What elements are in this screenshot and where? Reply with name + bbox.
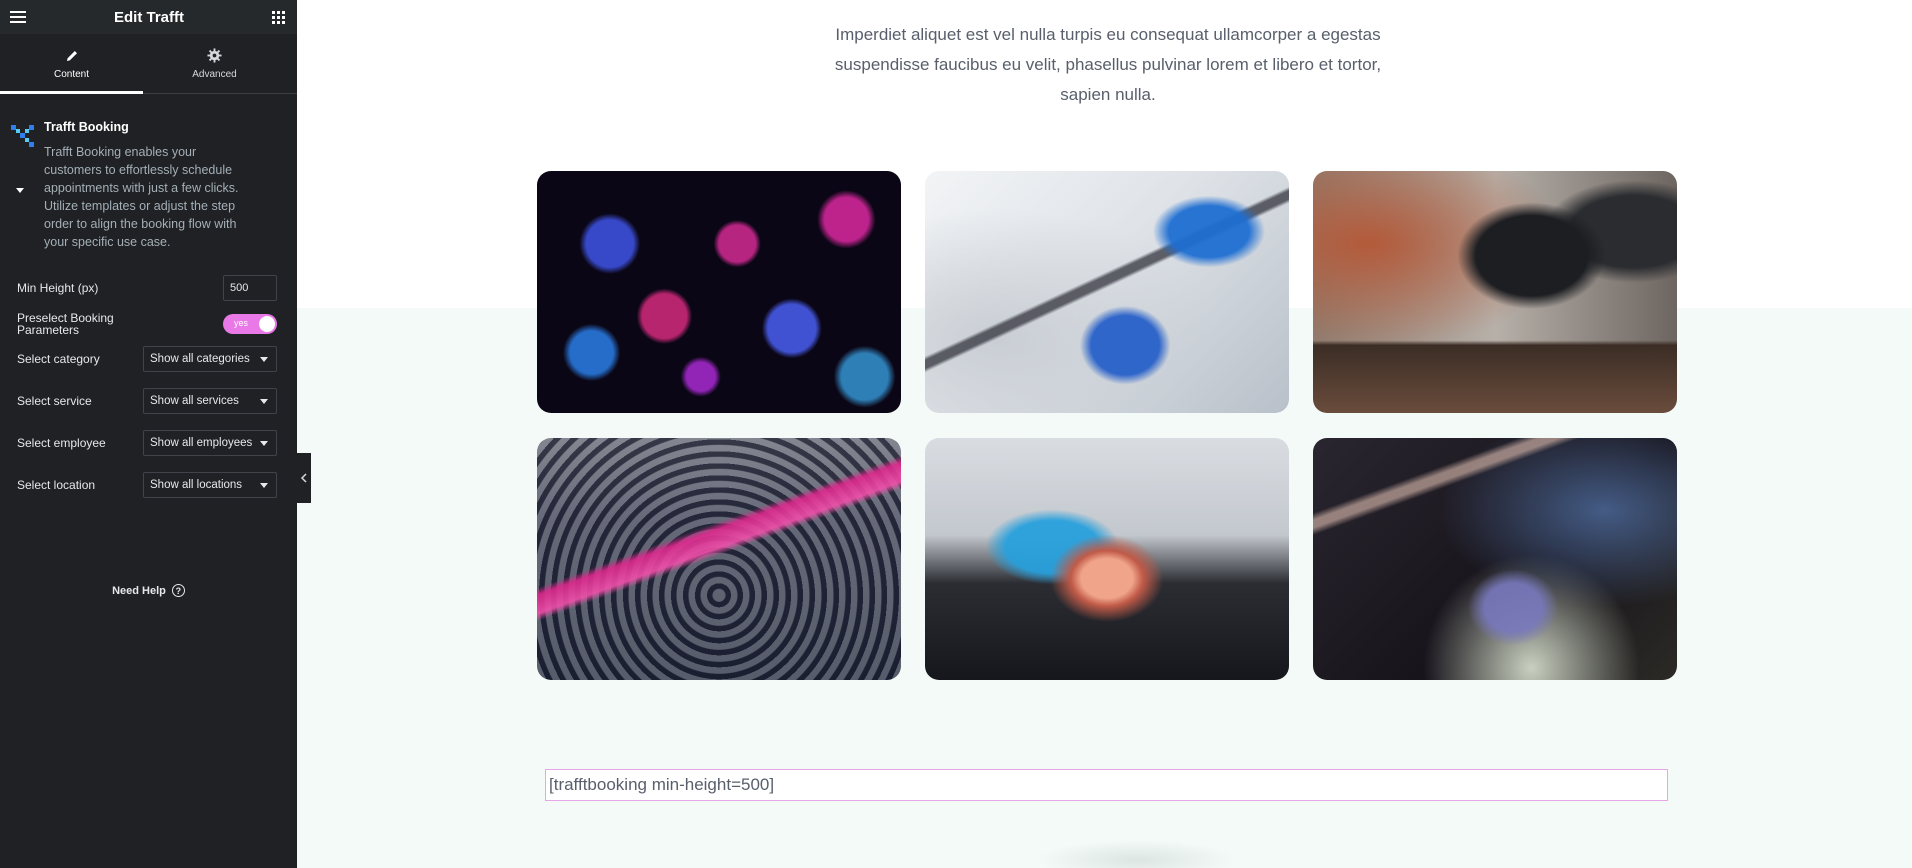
service-select[interactable]: Show all services <box>143 388 277 414</box>
tab-content[interactable]: Content <box>0 34 143 94</box>
toggle-knob <box>259 316 275 332</box>
panel-header: Edit Trafft <box>0 0 297 34</box>
gallery-image-cells <box>537 171 901 413</box>
location-control: Select location Show all locations <box>17 472 277 498</box>
min-height-input[interactable] <box>223 275 277 301</box>
employee-select-value: Show all employees <box>150 437 253 449</box>
preselect-label: Preselect Booking Parameters <box>17 311 114 337</box>
toggle-yes-text: yes <box>234 318 249 328</box>
employee-label: Select employee <box>17 436 106 450</box>
pencil-icon <box>65 48 79 64</box>
widget-controls: Min Height (px) Preselect Booking Parame… <box>0 251 297 498</box>
editor-panel: Edit Trafft Content Advanced Trafft Book… <box>0 0 297 868</box>
gallery-image-well-plate <box>537 438 901 680</box>
category-control: Select category Show all categories <box>17 346 277 372</box>
chevron-down-icon <box>260 440 268 446</box>
service-label: Select service <box>17 394 92 408</box>
widgets-grid-icon[interactable] <box>272 10 285 24</box>
employee-select[interactable]: Show all employees <box>143 430 277 456</box>
widget-description: Trafft Booking enables your customers to… <box>44 145 239 249</box>
tab-advanced[interactable]: Advanced <box>143 34 286 93</box>
gallery-image-dropper <box>1313 438 1677 680</box>
panel-collapse-button[interactable] <box>297 453 311 503</box>
gallery-image-pipetting <box>925 171 1289 413</box>
need-help-link[interactable]: Need Help ? <box>0 584 297 597</box>
service-control: Select service Show all services <box>17 388 277 414</box>
min-height-label: Min Height (px) <box>17 281 99 295</box>
hamburger-menu-icon[interactable] <box>10 11 26 23</box>
preselect-control: Preselect Booking Parameters yes <box>17 312 277 336</box>
employee-control: Select employee Show all employees <box>17 430 277 456</box>
location-select[interactable]: Show all locations <box>143 472 277 498</box>
preview-canvas: Imperdiet aliquet est vel nulla turpis e… <box>297 0 1912 868</box>
gallery-image-microscope <box>1313 171 1677 413</box>
widget-info: Trafft Booking Trafft Booking enables yo… <box>0 94 297 251</box>
chevron-down-icon <box>260 356 268 362</box>
need-help-label: Need Help <box>112 584 166 597</box>
category-select-value: Show all categories <box>150 353 250 365</box>
gear-icon <box>207 48 222 64</box>
chevron-down-icon <box>260 482 268 488</box>
question-circle-icon: ? <box>171 584 185 597</box>
preselect-toggle[interactable]: yes <box>223 314 277 334</box>
location-select-value: Show all locations <box>150 479 243 491</box>
collapse-caret-icon[interactable] <box>16 188 24 193</box>
shortcode-block[interactable]: [trafftbooking min-height=500] <box>545 769 1668 801</box>
service-select-value: Show all services <box>150 395 239 407</box>
widget-title: Trafft Booking <box>44 120 129 134</box>
tab-content-label: Content <box>53 68 90 80</box>
tab-advanced-label: Advanced <box>192 68 237 80</box>
intro-paragraph: Imperdiet aliquet est vel nulla turpis e… <box>834 25 1382 104</box>
chevron-left-icon <box>300 473 307 483</box>
min-height-control: Min Height (px) <box>17 275 277 301</box>
gallery-image-petri-dish <box>925 438 1289 680</box>
panel-tabs: Content Advanced <box>0 34 297 94</box>
trafft-logo-icon <box>10 123 34 147</box>
panel-title: Edit Trafft <box>114 8 184 26</box>
chevron-down-icon <box>260 398 268 404</box>
location-label: Select location <box>17 478 96 492</box>
category-select[interactable]: Show all categories <box>143 346 277 372</box>
category-label: Select category <box>17 352 100 366</box>
